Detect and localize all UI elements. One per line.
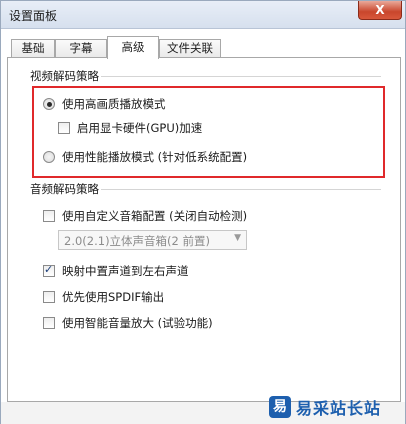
hq-mode-radio[interactable] <box>43 98 55 110</box>
tab-basic[interactable]: 基础 <box>11 39 55 58</box>
title-bar: 设置面板 X <box>1 1 405 29</box>
custom-speaker-option[interactable]: 使用自定义音箱配置 (关闭自动检测) <box>43 208 247 224</box>
perf-mode-radio[interactable] <box>43 151 55 163</box>
hq-mode-option[interactable]: 使用高画质播放模式 <box>43 96 166 112</box>
spdif-option[interactable]: 优先使用SPDIF输出 <box>43 289 164 305</box>
perf-mode-label: 使用性能播放模式 (针对低系统配置) <box>62 150 248 164</box>
speaker-config-select[interactable]: 2.0(2.1)立体声音箱(2 前置) ▼ <box>58 230 247 250</box>
tab-subtitles[interactable]: 字幕 <box>55 39 107 58</box>
close-button[interactable]: X <box>358 1 402 20</box>
chevron-down-icon: ▼ <box>234 233 241 243</box>
video-section-title: 视频解码策略 <box>30 69 99 83</box>
watermark-logo-icon: 易 <box>269 396 291 418</box>
perf-mode-option[interactable]: 使用性能播放模式 (针对低系统配置) <box>43 149 247 165</box>
tab-advanced[interactable]: 高级 <box>107 36 159 59</box>
map-center-option[interactable]: 映射中置声道到左右声道 <box>43 263 189 279</box>
gpu-accel-option[interactable]: 启用显卡硬件(GPU)加速 <box>58 120 202 136</box>
amplify-checkbox[interactable] <box>43 317 55 329</box>
speaker-config-value: 2.0(2.1)立体声音箱(2 前置) <box>64 234 210 248</box>
amplify-option[interactable]: 使用智能音量放大 (试验功能) <box>43 315 213 331</box>
watermark-text: 易采站长站 <box>296 399 382 418</box>
video-section-divider <box>101 76 381 77</box>
window-title: 设置面板 <box>9 9 58 23</box>
map-center-checkbox[interactable] <box>43 263 55 277</box>
spdif-checkbox[interactable] <box>43 291 55 303</box>
map-center-label: 映射中置声道到左右声道 <box>62 264 189 278</box>
audio-section-divider <box>101 189 381 190</box>
custom-speaker-label: 使用自定义音箱配置 (关闭自动检测) <box>62 209 248 223</box>
settings-window: 设置面板 X 基础 字幕 高级 文件关联 视频解码策略 使用高画质播放模式 启用… <box>0 0 406 424</box>
audio-section-title: 音频解码策略 <box>30 182 99 196</box>
custom-speaker-checkbox[interactable] <box>43 210 55 222</box>
gpu-accel-label: 启用显卡硬件(GPU)加速 <box>77 121 203 135</box>
spdif-label: 优先使用SPDIF输出 <box>62 290 165 304</box>
gpu-accel-checkbox[interactable] <box>58 122 70 134</box>
amplify-label: 使用智能音量放大 (试验功能) <box>62 316 213 330</box>
watermark: 易 易采站长站 <box>269 391 405 423</box>
tab-file-association[interactable]: 文件关联 <box>159 39 221 58</box>
hq-mode-label: 使用高画质播放模式 <box>62 97 166 111</box>
